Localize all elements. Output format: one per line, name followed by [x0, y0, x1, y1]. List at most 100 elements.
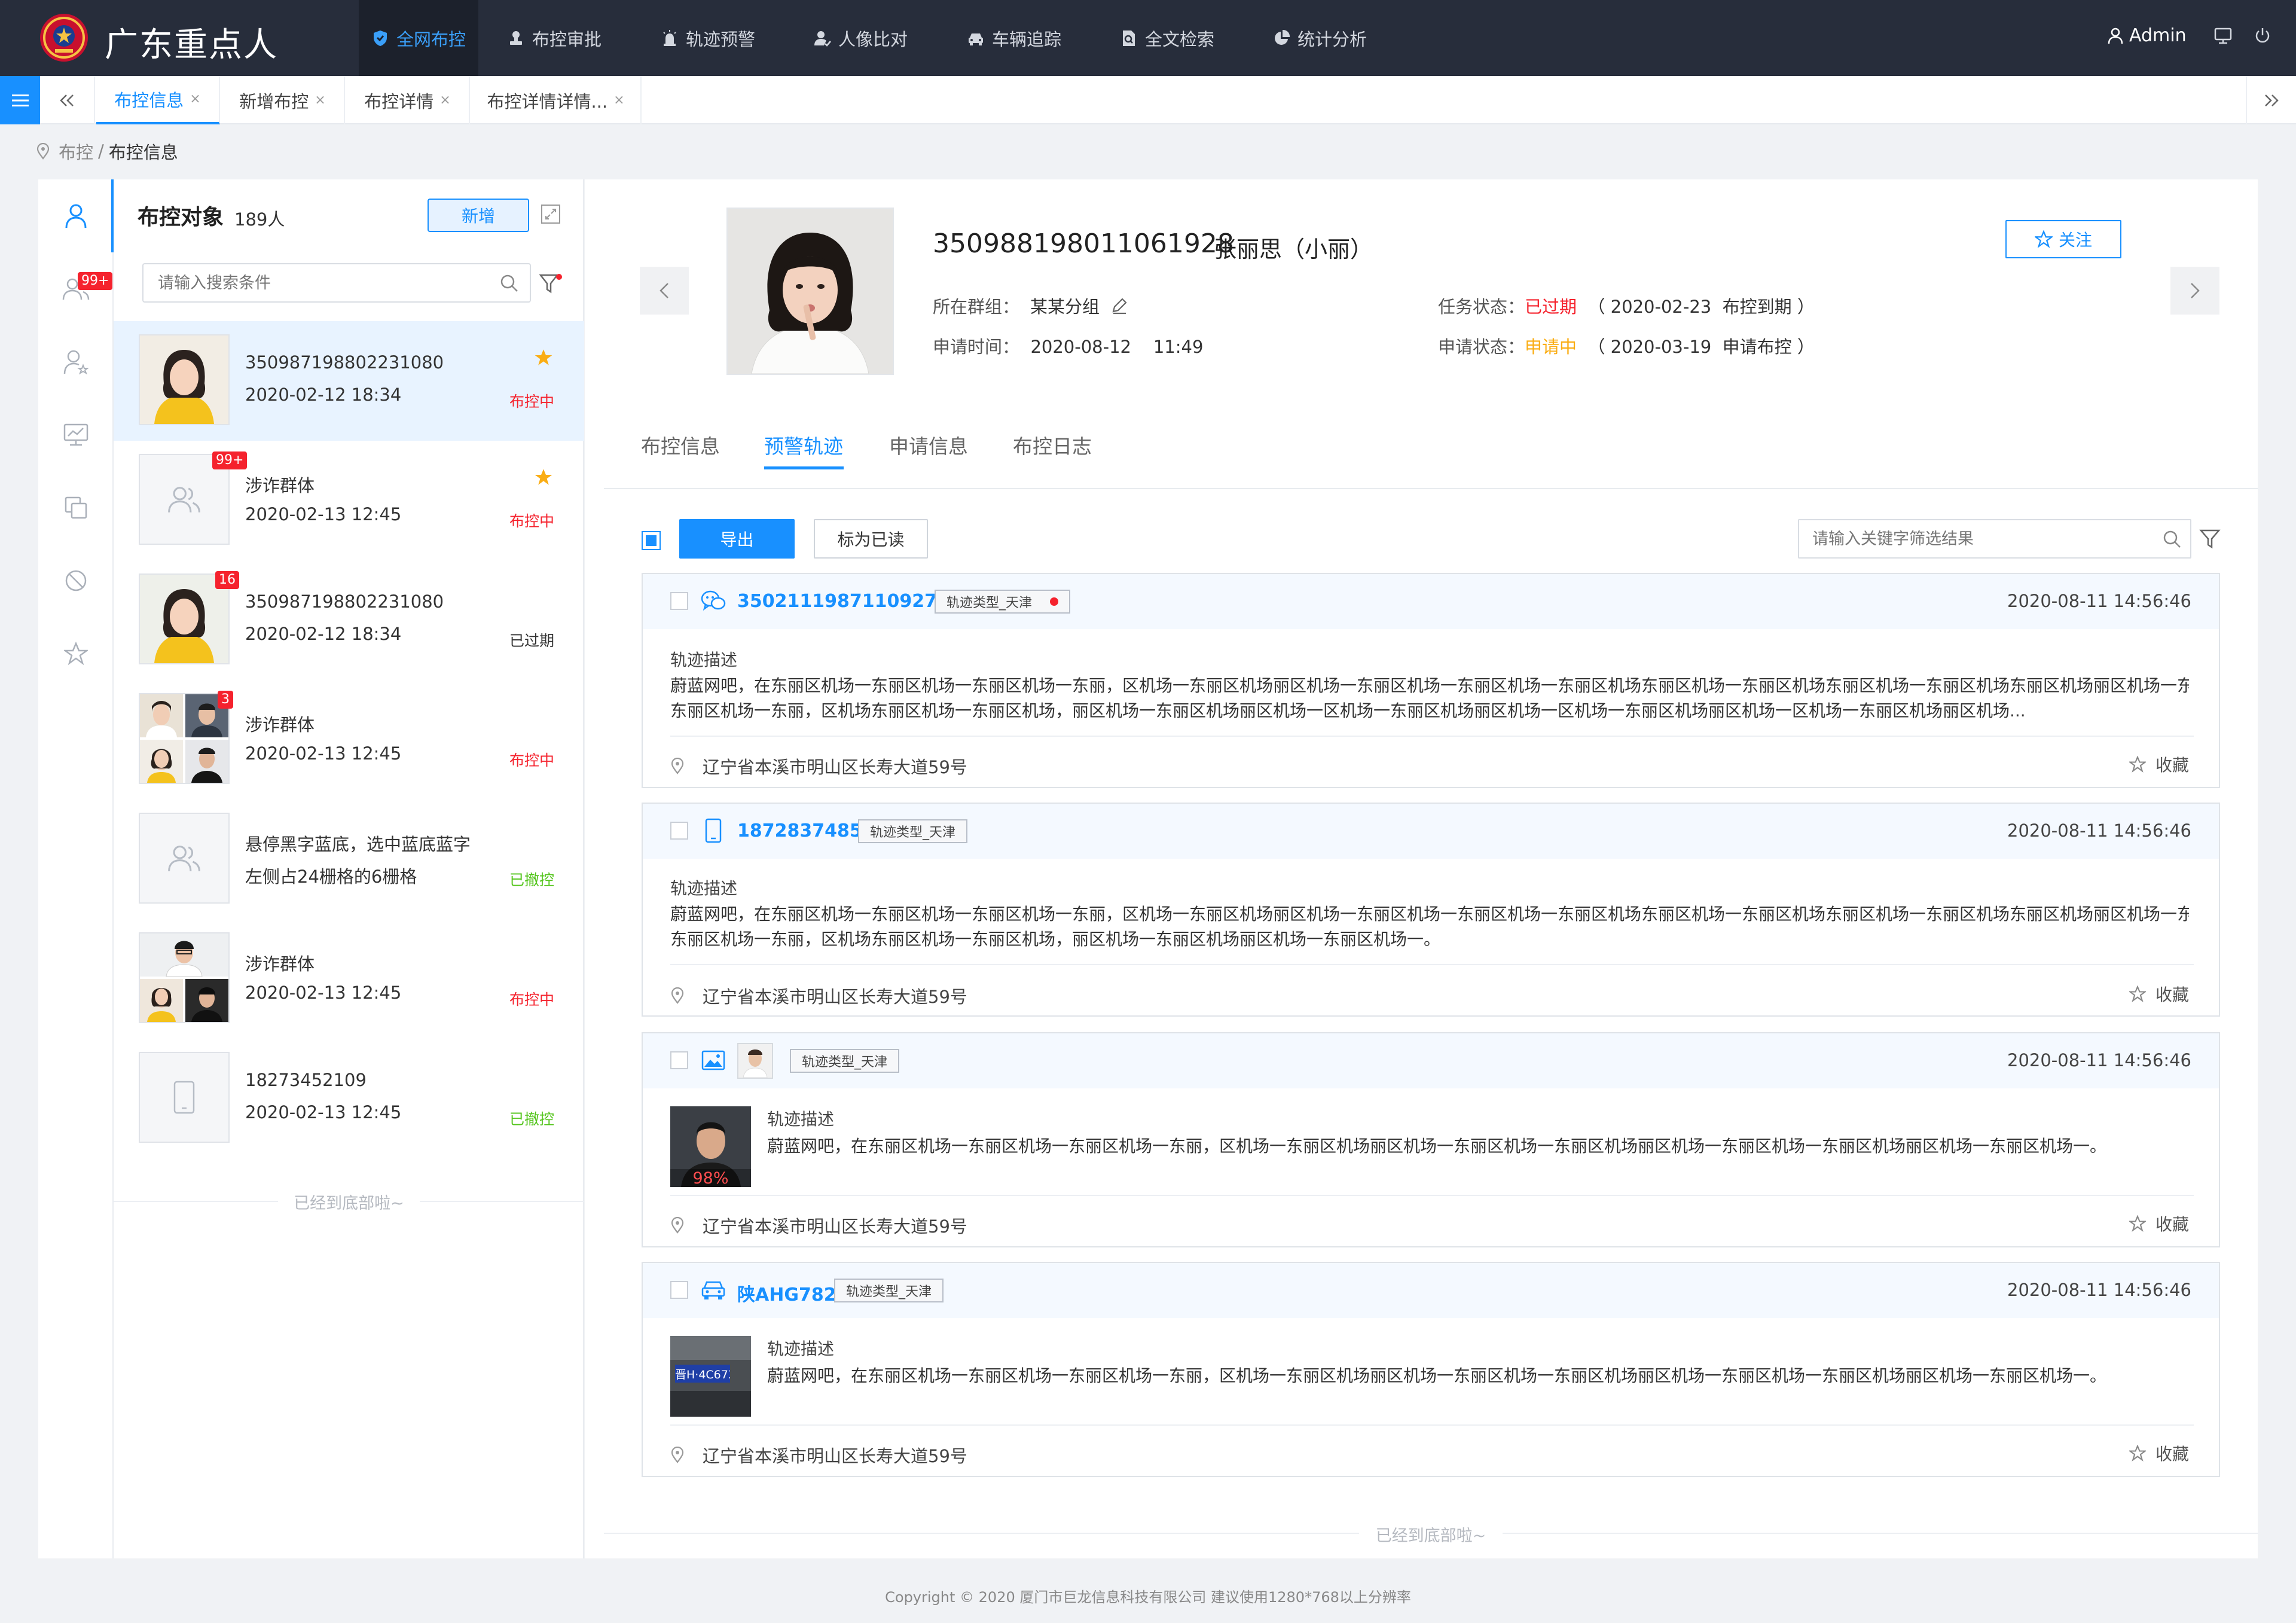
list-item[interactable]: 16 350987198802231080 2020-02-12 18:34 已…	[114, 560, 584, 680]
track-address-text: 辽宁省本溪市明山区长寿大道59号	[703, 1446, 967, 1466]
plate-photo[interactable]: 晋H·4C673	[670, 1336, 751, 1417]
track-title[interactable]: 陕AHG782	[737, 1280, 836, 1306]
favorite-button[interactable]: 收藏	[2129, 1212, 2189, 1235]
close-icon[interactable]: ×	[613, 93, 624, 108]
nav-item-track-alert[interactable]: 轨迹预警	[661, 0, 755, 76]
close-icon[interactable]: ×	[439, 93, 450, 108]
phone-icon	[173, 1081, 195, 1114]
prev-target-button[interactable]	[640, 267, 689, 315]
tab-new-control[interactable]: 新增布控 ×	[221, 76, 345, 124]
next-target-button[interactable]	[2170, 267, 2219, 315]
track-title[interactable]: 18728374859	[737, 820, 875, 841]
tabs-scroll-right-button[interactable]	[2246, 76, 2296, 124]
tab-control-info[interactable]: 布控信息 ×	[96, 76, 220, 124]
filter-icon[interactable]	[2199, 528, 2221, 550]
track-checkbox[interactable]	[670, 822, 688, 840]
group-label: 所在群组：	[933, 297, 1020, 317]
nav-item-statistics[interactable]: 统计分析	[1272, 0, 1367, 76]
track-desc-label: 轨迹描述	[670, 878, 738, 898]
star-filled-icon[interactable]	[534, 468, 553, 487]
tab-apply-info[interactable]: 申请信息	[889, 431, 968, 459]
power-icon[interactable]	[2254, 27, 2271, 45]
export-button[interactable]: 导出	[679, 519, 795, 559]
unread-dot	[1050, 597, 1059, 606]
filter-icon[interactable]	[539, 273, 563, 295]
track-checkbox[interactable]	[670, 592, 688, 610]
result-filter-input[interactable]	[1799, 520, 2146, 557]
track-checkbox[interactable]	[670, 1051, 688, 1069]
list-item[interactable]: 涉诈群体 2020-02-13 12:45 布控中	[114, 919, 584, 1039]
item-badge: 3	[218, 691, 233, 709]
track-checkbox[interactable]	[670, 1281, 688, 1299]
list-item[interactable]: 悬停黑字蓝底，选中蓝底蓝字 左侧占24栅格的6栅格 已撤控	[114, 800, 584, 919]
result-filter-box	[1798, 519, 2191, 559]
tab-control-info[interactable]: 布控信息	[641, 431, 720, 459]
select-all-checkbox[interactable]	[642, 531, 661, 550]
list-item[interactable]: 18273452109 2020-02-13 12:45 已撤控	[114, 1039, 584, 1158]
rail-person-tab[interactable]	[38, 179, 114, 252]
rail-favorite-person-tab[interactable]	[38, 325, 114, 398]
star-filled-icon[interactable]	[534, 348, 553, 367]
track-title[interactable]: 350211198711092734	[737, 591, 962, 612]
nav-item-vehicle-track[interactable]: 车辆追踪	[967, 0, 1061, 76]
favorite-label: 收藏	[2155, 1444, 2189, 1464]
list-search-input[interactable]	[144, 264, 478, 301]
track-address: 辽宁省本溪市明山区长寿大道59号	[670, 1442, 967, 1468]
menu-toggle-button[interactable]	[0, 76, 40, 124]
double-chevron-right-icon	[2265, 94, 2279, 106]
mark-read-button[interactable]: 标为已读	[814, 519, 928, 559]
track-time: 2020-08-11 14:56:46	[2007, 591, 2191, 611]
track-type-tag: 轨迹类型_天津	[790, 1049, 900, 1073]
tab-label: 新增布控	[239, 91, 309, 112]
phone-avatar	[139, 1052, 230, 1143]
capture-photo[interactable]: 98%	[670, 1106, 751, 1187]
tab-alert-track[interactable]: 预警轨迹	[764, 431, 843, 459]
nav-item-network-control[interactable]: 全网布控	[359, 0, 478, 76]
item-primary-text: 涉诈群体	[245, 475, 315, 496]
favorite-button[interactable]: 收藏	[2129, 1441, 2189, 1465]
list-title: 布控对象	[138, 205, 224, 230]
favorite-label: 收藏	[2155, 755, 2189, 775]
list-search-box	[142, 263, 531, 303]
close-icon[interactable]: ×	[190, 91, 200, 106]
list-item[interactable]: 350987198802231080 2020-02-12 18:34 布控中	[114, 321, 584, 441]
tabs-scroll-left-button[interactable]	[40, 76, 95, 124]
favorite-button[interactable]: 收藏	[2129, 752, 2189, 776]
track-face-thumb[interactable]	[737, 1043, 773, 1079]
favorite-button[interactable]: 收藏	[2129, 982, 2189, 1006]
list-item[interactable]: 99+ 涉诈群体 2020-02-13 12:45 布控中	[114, 441, 584, 560]
follow-button[interactable]: 关注	[2005, 220, 2121, 258]
list-end-notice: 已经到底部啦~	[114, 1190, 584, 1213]
rail-blocked-tab[interactable]	[38, 544, 114, 617]
search-icon[interactable]	[2163, 530, 2182, 549]
item-secondary-text: 2020-02-12 18:34	[245, 624, 402, 644]
track-desc-line: 蔚蓝网吧，在东丽区机场一东丽区机场一东丽区机场一东丽，区机场一东丽区机场丽区机场…	[767, 1366, 2107, 1386]
user-name[interactable]: Admin	[2129, 25, 2187, 46]
track-type-label: 轨迹类型_天津	[802, 1055, 888, 1070]
nav-item-fulltext-search[interactable]: 全文检索	[1120, 0, 1214, 76]
breadcrumb-root[interactable]: 布控	[59, 139, 93, 164]
close-icon[interactable]: ×	[315, 93, 325, 108]
rail-monitor-tab[interactable]	[38, 398, 114, 471]
nav-item-face-compare[interactable]: 人像比对	[813, 0, 908, 76]
edit-icon[interactable]	[1110, 297, 1128, 315]
track-desc: 蔚蓝网吧，在东丽区机场一东丽区机场一东丽区机场一东丽，区机场一东丽区机场丽区机场…	[670, 673, 2189, 724]
tab-control-detail-detail[interactable]: 布控详情详情... ×	[471, 76, 642, 124]
list-item[interactable]: 3 涉诈群体 2020-02-13 12:45 布控中	[114, 680, 584, 800]
screen-icon[interactable]	[2214, 28, 2232, 44]
search-icon[interactable]	[500, 274, 519, 293]
rail-star-tab[interactable]	[38, 617, 114, 690]
track-time: 2020-08-11 14:56:46	[2007, 1280, 2191, 1300]
rail-copy-tab[interactable]	[38, 471, 114, 544]
tab-control-detail[interactable]: 布控详情 ×	[346, 76, 470, 124]
apply-status-label: 申请状态：	[1438, 337, 1525, 357]
expand-icon[interactable]	[541, 204, 561, 224]
task-status-row: 任务状态：已过期 （ 2020-02-23 布控到期 ）	[1438, 293, 1815, 318]
track-desc-label: 轨迹描述	[767, 1339, 835, 1359]
photo-grid-avatar	[139, 693, 230, 784]
tab-control-log[interactable]: 布控日志	[1013, 431, 1092, 459]
wechat-icon	[701, 590, 726, 611]
list-count: 189人	[234, 209, 285, 230]
nav-item-approval[interactable]: 布控审批	[507, 0, 602, 76]
add-target-button[interactable]: 新增	[428, 199, 529, 232]
